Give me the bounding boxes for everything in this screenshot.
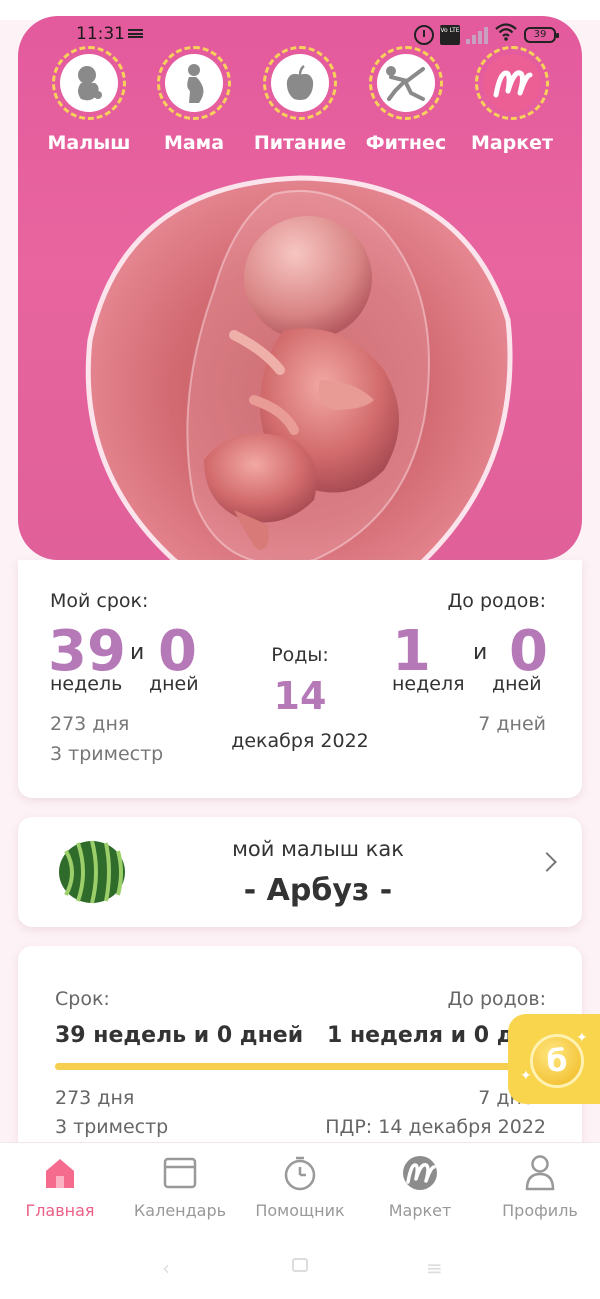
baby-like-title: мой малыш как [232,837,404,861]
baby-like-card[interactable]: мой малыш как - Арбуз - [18,817,582,927]
sparkle-icon: ✦ [576,1030,588,1046]
remaining-and-word: и [473,640,488,665]
baby-icon [60,54,118,112]
summary-term-value: 39 недель и 0 дней [55,1023,304,1048]
home-square-icon[interactable] [292,1258,308,1272]
market-logo-icon [483,54,541,112]
top-nav-item-market[interactable]: Маркет [459,46,565,154]
market-logo-icon [400,1153,440,1193]
back-icon[interactable]: ‹ [162,1256,170,1280]
fetus-image [84,170,516,610]
status-icons: Vo LTE 39 [414,22,559,47]
signal-icon [466,26,488,44]
summary-due-date: ПДР: 14 декабря 2022 [325,1116,546,1138]
pregnant-mother-icon [165,54,223,112]
remaining-days-unit: дней [492,673,542,695]
remaining-weeks-value: 1 [392,619,431,684]
calendar-icon [160,1153,200,1193]
sparkle-icon: ✦ [520,1068,532,1084]
profile-icon [520,1153,560,1193]
recents-icon[interactable]: ≡ [426,1256,443,1280]
pregnancy-progress-bar [55,1063,545,1070]
baby-like-fruit: - Арбуз - [243,873,393,908]
trimester: 3 триместр [50,743,164,765]
top-nav-item-mother[interactable]: Мама [141,46,247,154]
summary-trimester: 3 триместр [55,1116,169,1138]
top-nav-circle [157,46,231,120]
top-nav-label: Фитнес [365,132,447,154]
status-bar: 11:31 Vo LTE 39 [0,0,600,45]
remaining-days-value: 0 [509,619,548,684]
bottom-nav-label: Главная [25,1201,95,1220]
top-nav: Малыш Мама Питание Фитнес Маркет [0,46,600,166]
wifi-icon [494,22,518,47]
notification-icon [128,29,143,38]
bottom-nav-label: Календарь [133,1201,227,1220]
and-word: и [130,640,145,665]
top-nav-circle [52,46,126,120]
chevron-right-icon [537,852,557,872]
days-value: 0 [158,619,197,684]
status-time: 11:31 [76,24,125,44]
progress-fill [55,1063,533,1070]
until-birth-label: До родов: [447,590,546,612]
bottom-nav-label: Помощник [255,1201,345,1220]
top-nav-item-fitness[interactable]: Фитнес [353,46,459,154]
my-term-label: Мой срок: [50,590,149,612]
weeks-unit: недель [50,673,123,695]
summary-total-days: 273 дня [55,1087,135,1109]
summary-term-label: Срок: [55,988,110,1010]
bottom-nav-label: Маркет [388,1201,452,1220]
remaining-total-days: 7 дней [478,713,546,735]
fitness-icon [377,54,435,112]
bottom-nav-home[interactable]: Главная [0,1153,120,1220]
birth-label: Роды: [271,644,329,666]
top-nav-label: Питание [253,132,347,154]
birth-month-year: декабря 2022 [231,730,369,752]
weeks-value: 39 [48,619,126,684]
bottom-nav-label: Профиль [502,1201,578,1220]
term-card: Мой срок: 39 и 0 недель дней 273 дня 3 т… [18,560,582,798]
birth-day: 14 [273,674,327,718]
battery-icon: 39 [524,26,559,43]
system-nav-bar: ‹ ≡ [0,1232,600,1299]
bottom-nav: Главная Календарь Помощник Маркет Профил… [0,1142,600,1232]
apple-icon [271,54,329,112]
top-nav-circle [263,46,337,120]
bottom-nav-assistant[interactable]: Помощник [240,1153,360,1220]
watermelon-icon [58,839,126,909]
volte-icon: Vo LTE [440,24,460,45]
summary-until-label: До родов: [447,988,546,1010]
bonus-coin-button[interactable]: б ✦ ✦ [508,1014,600,1104]
top-nav-label: Малыш [47,132,131,154]
days-unit: дней [149,673,199,695]
top-nav-circle [475,46,549,120]
top-nav-item-nutrition[interactable]: Питание [247,46,353,154]
bottom-nav-market[interactable]: Маркет [360,1153,480,1220]
top-nav-item-baby[interactable]: Малыш [36,46,142,154]
top-nav-label: Маркет [470,132,554,154]
total-days: 273 дня [50,713,130,735]
top-nav-circle [369,46,443,120]
top-nav-label: Мама [163,132,225,154]
stopwatch-icon [280,1153,320,1193]
bottom-nav-profile[interactable]: Профиль [480,1153,600,1220]
bottom-nav-calendar[interactable]: Календарь [120,1153,240,1220]
remaining-weeks-unit: неделя [392,673,465,695]
home-icon [40,1153,80,1193]
alarm-icon [414,24,434,45]
